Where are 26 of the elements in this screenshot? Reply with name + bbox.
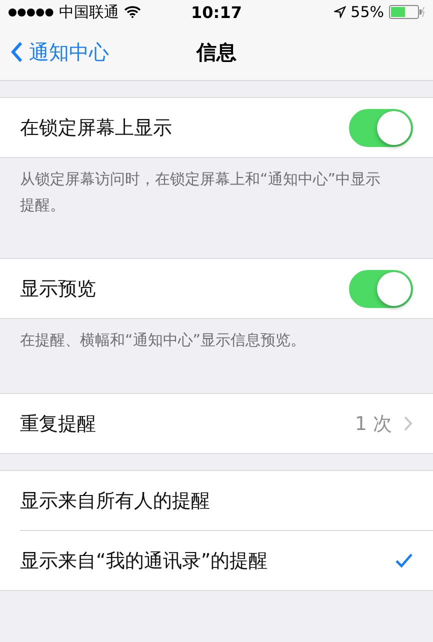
toggle-switch[interactable] <box>349 108 413 146</box>
settings-row[interactable]: 显示预览 <box>0 259 433 318</box>
battery-percent: 55% <box>350 3 384 21</box>
signal-icon <box>8 8 54 16</box>
chevron-icon <box>404 416 413 431</box>
row-label: 显示预览 <box>20 276 97 302</box>
settings-row[interactable]: 在锁定屏幕上显示 <box>0 98 433 157</box>
group-footer-note: 在提醒、横幅和“通知中心”显示信息预览。 <box>19 330 307 351</box>
settings-row[interactable]: 重复提醒 1 次 <box>0 394 433 453</box>
chevron-left-icon <box>10 41 23 63</box>
toggle-switch[interactable] <box>349 270 413 308</box>
settings-row[interactable]: 显示来自“我的通讯录”的提醒 <box>20 530 433 590</box>
group-footer-note: 从锁定屏幕访问时，在锁定屏幕上和“通知中心”中显示提醒。 <box>19 169 382 216</box>
settings-row[interactable]: 显示来自所有人的提醒 <box>0 471 433 530</box>
clock-time: 10:17 <box>191 2 242 22</box>
wifi-icon <box>124 6 141 18</box>
value-text: 1 次 <box>354 412 392 436</box>
location-arrow-icon <box>334 6 346 18</box>
row-label: 显示来自“我的通讯录”的提醒 <box>20 548 269 574</box>
back-button[interactable]: 通知中心 <box>0 38 115 66</box>
carrier-name: 中国联通 <box>59 2 119 22</box>
page-title: 信息 <box>196 40 236 64</box>
row-label: 重复提醒 <box>20 412 97 436</box>
row-label: 显示来自所有人的提醒 <box>20 488 211 514</box>
row-label: 在锁定屏幕上显示 <box>20 116 173 140</box>
battery-icon <box>389 5 425 19</box>
